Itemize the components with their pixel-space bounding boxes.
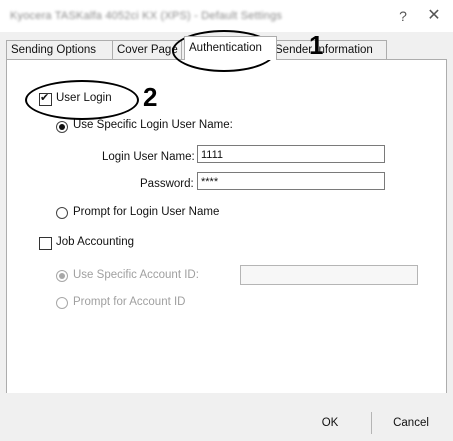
prompt-account-label: Prompt for Account ID [73, 296, 186, 308]
password-label: Password: [140, 178, 194, 190]
use-specific-login-label: Use Specific Login User Name: [73, 119, 233, 131]
login-user-name-input[interactable]: 1111 [197, 145, 385, 163]
radio-selected-icon [59, 124, 65, 130]
radio-selected-icon [59, 273, 65, 279]
tab-sending-options[interactable]: Sending Options [6, 40, 114, 60]
button-divider [371, 412, 372, 434]
password-input[interactable]: **** [197, 172, 385, 190]
title-bar: Kyocera TASKalfa 4052ci KX (XPS) - Defau… [0, 0, 453, 32]
use-specific-account-label: Use Specific Account ID: [73, 269, 199, 281]
account-id-input[interactable] [240, 265, 418, 285]
window-title: Kyocera TASKalfa 4052ci KX (XPS) - Defau… [10, 10, 283, 22]
close-button[interactable]: ✕ [423, 6, 445, 26]
job-accounting-label: Job Accounting [56, 236, 135, 248]
tab-authentication[interactable]: Authentication [184, 36, 277, 60]
prompt-login-radio[interactable] [56, 207, 68, 219]
prompt-account-radio[interactable] [56, 297, 68, 309]
job-accounting-checkbox[interactable] [39, 237, 52, 250]
ok-button[interactable]: OK [295, 410, 365, 436]
callout-oval-user-login [25, 80, 139, 120]
callout-number-1: 1 [309, 30, 324, 60]
use-specific-account-radio[interactable] [56, 270, 68, 282]
printer-settings-dialog: Kyocera TASKalfa 4052ci KX (XPS) - Defau… [0, 0, 453, 441]
help-button[interactable]: ? [393, 7, 413, 25]
cancel-button[interactable]: Cancel [376, 410, 446, 436]
use-specific-login-radio[interactable] [56, 121, 68, 133]
prompt-login-label: Prompt for Login User Name [73, 206, 220, 218]
callout-number-2: 2 [143, 82, 158, 112]
tab-strip: Sending Options Cover Page Authenticatio… [6, 36, 446, 60]
login-user-name-label: Login User Name: [102, 151, 195, 163]
tab-sender-information[interactable]: Sender Information [270, 40, 387, 60]
